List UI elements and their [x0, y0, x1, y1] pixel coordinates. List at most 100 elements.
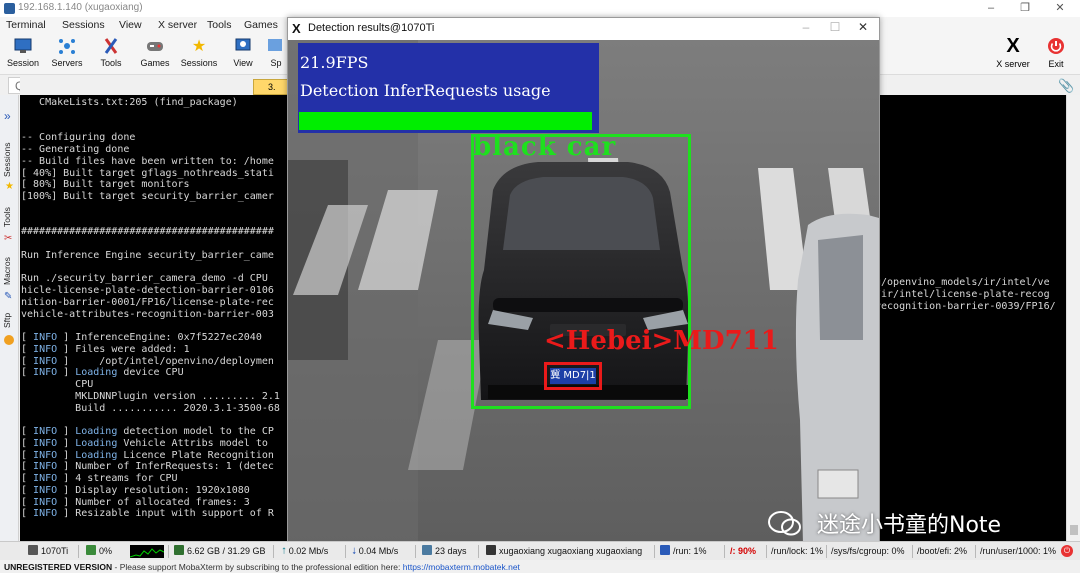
usage-label: Detection InferRequests usage — [300, 81, 551, 100]
menu-view[interactable]: View — [119, 19, 142, 31]
star-icon: ★ — [5, 181, 14, 192]
scrollbar-thumb[interactable] — [1070, 525, 1078, 535]
x-server-label: X server — [996, 59, 1030, 69]
tools-icon: ✂ — [4, 233, 13, 244]
detection-maximize-button[interactable]: ☐ — [821, 20, 849, 34]
games-label: Games — [140, 58, 170, 68]
tab-sftp[interactable]: Sftp — [2, 309, 17, 331]
session-monitor-icon — [12, 37, 34, 57]
view-label: View — [233, 58, 253, 68]
servers-icon — [56, 37, 78, 57]
exit-button[interactable]: Exit — [1038, 35, 1074, 73]
usage-bar — [299, 112, 592, 130]
tab-tools[interactable]: Tools — [2, 205, 17, 229]
status-disk-user: /run/user/1000: 1% — [980, 546, 1057, 556]
watermark: 迷途小书童的Note — [768, 507, 1001, 541]
sessions-button[interactable]: ★ Sessions — [177, 35, 221, 73]
window-titlebar: 192.168.1.140 (xugaoxiang) – ❐ ✕ — [0, 0, 1080, 17]
unregistered-label: UNREGISTERED VERSION — [4, 562, 113, 572]
tab-macros[interactable]: Macros — [2, 255, 17, 287]
uptime-icon — [422, 545, 432, 555]
status-download: ⭣ 0.04 Mb/s — [352, 546, 399, 556]
memory-icon — [174, 545, 184, 555]
download-icon: ⭣ — [352, 546, 359, 556]
unregistered-text: - Please support MobaXterm by subscribin… — [112, 562, 401, 572]
power-icon[interactable]: ⏻ — [1061, 545, 1073, 557]
menu-sessions[interactable]: Sessions — [62, 19, 105, 31]
status-memory: 6.62 GB / 31.29 GB — [174, 545, 266, 558]
split-label: Sp — [270, 58, 282, 68]
status-disk-root: /: 90% — [730, 546, 757, 556]
servers-label: Servers — [51, 58, 83, 68]
split-button[interactable]: Sp — [265, 35, 287, 73]
sessions-label: Sessions — [180, 58, 218, 68]
tab-session-3[interactable]: 3. — [253, 79, 289, 95]
tools-icon — [100, 37, 122, 57]
session-button[interactable]: Session — [1, 35, 45, 73]
servers-button[interactable]: Servers — [45, 35, 89, 73]
camera-frame: 21.9FPS Detection InferRequests usage bl… — [288, 40, 879, 544]
watermark-text: 迷途小书童的Note — [817, 513, 1002, 538]
status-upload: ⭡ 0.02 Mb/s — [282, 546, 329, 556]
menu-x-server[interactable]: X server — [158, 19, 197, 31]
games-button[interactable]: Games — [133, 35, 177, 73]
fps-value: 21.9FPS — [300, 53, 369, 72]
menu-terminal[interactable]: Terminal — [6, 19, 46, 31]
status-disk-run: /run: 1% — [660, 545, 707, 558]
terminal-scrollbar[interactable] — [1066, 95, 1080, 541]
status-disk-cgroup: /sys/fs/cgroup: 0% — [831, 546, 905, 556]
collapse-icon[interactable]: » — [4, 109, 11, 123]
terminal-left-text: CMakeLists.txt:205 (find_package) -- Con… — [21, 97, 280, 520]
mobaxterm-link[interactable]: https://mobaxterm.mobatek.net — [403, 562, 520, 572]
status-disk-boot: /boot/efi: 2% — [917, 546, 968, 556]
x-server-icon: X — [292, 21, 301, 36]
side-panel: » Sessions ★ Tools ✂ Macros ✎ Sftp — [0, 95, 19, 541]
x-server-icon: X — [1006, 35, 1020, 57]
app-icon — [4, 3, 15, 14]
close-button[interactable]: ✕ — [1044, 0, 1076, 17]
window-title: 192.168.1.140 (xugaoxiang) — [18, 2, 143, 13]
menu-tools[interactable]: Tools — [207, 19, 232, 31]
maximize-button[interactable]: ❐ — [1009, 0, 1041, 17]
split-icon — [265, 37, 287, 57]
status-uptime: 23 days — [422, 545, 467, 558]
wechat-icon — [768, 510, 802, 538]
cpu-graph-icon — [129, 545, 165, 558]
detection-close-button[interactable]: ✕ — [849, 20, 877, 34]
menu-games[interactable]: Games — [244, 19, 278, 31]
detection-window[interactable]: X Detection results@1070Ti – ☐ ✕ 21.9FPS… — [287, 17, 880, 545]
tools-label: Tools — [100, 58, 122, 68]
power-icon — [1047, 37, 1065, 55]
attach-icon[interactable]: 📎 — [1058, 78, 1074, 94]
sftp-icon — [4, 335, 14, 345]
status-bar: 1070Ti 0% 6.62 GB / 31.29 GB ⭡ 0.02 Mb/s… — [0, 541, 1080, 560]
terminal-right-text: g/openvino_models/ir/intel/ve /ir/intel/… — [875, 277, 1056, 312]
tab-sessions[interactable]: Sessions — [2, 143, 17, 178]
status-gpu: 1070Ti — [28, 545, 68, 558]
view-icon — [232, 37, 254, 57]
user-icon — [486, 545, 496, 555]
exit-label: Exit — [1048, 59, 1064, 69]
car-label: black car — [473, 132, 617, 162]
fps-panel: 21.9FPS Detection InferRequests usage — [298, 43, 599, 133]
detection-title: Detection results@1070Ti — [308, 22, 435, 34]
usage-bar-fill — [299, 112, 592, 130]
disk-icon — [660, 545, 670, 555]
plate-label: <Hebei>MD711 — [544, 326, 779, 356]
status-user: xugaoxiang xugaoxiang xugaoxiang — [486, 545, 642, 558]
status-cpu: 0% — [86, 545, 112, 558]
macros-icon: ✎ — [4, 291, 13, 302]
detection-minimize-button[interactable]: – — [792, 20, 820, 34]
upload-icon: ⭡ — [282, 546, 289, 556]
x-server-button[interactable]: X X server — [992, 35, 1034, 73]
status-disk-lock: /run/lock: 1% — [771, 546, 824, 556]
star-icon: ★ — [191, 38, 207, 55]
detection-titlebar: X Detection results@1070Ti – ☐ ✕ — [288, 18, 879, 40]
view-button[interactable]: View — [221, 35, 265, 73]
session-label: Session — [6, 58, 40, 68]
gpu-icon — [28, 545, 38, 555]
plate-bounding-box — [544, 362, 602, 390]
tools-button[interactable]: Tools — [89, 35, 133, 73]
cpu-icon — [86, 545, 96, 555]
minimize-button[interactable]: – — [975, 0, 1007, 17]
